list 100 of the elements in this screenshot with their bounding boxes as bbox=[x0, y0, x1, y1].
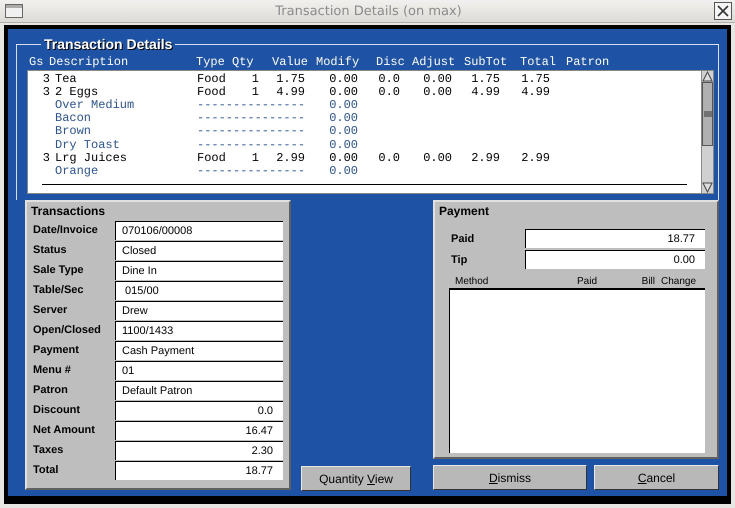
items-list[interactable] bbox=[27, 70, 714, 194]
field-label: Paid bbox=[450, 232, 476, 244]
window-icon[interactable] bbox=[5, 4, 23, 18]
window-title: Transaction Details (on max) bbox=[275, 4, 462, 18]
table-cell-text: 1.75 bbox=[275, 73, 305, 86]
table-cell-text: 0.00 bbox=[422, 86, 452, 100]
value-field[interactable]: 18.77 bbox=[525, 229, 705, 248]
table-cell-text: 4.99 bbox=[275, 86, 305, 100]
table-cell-text: 1.75 bbox=[520, 73, 550, 86]
scroll-thumb[interactable] bbox=[702, 82, 713, 146]
field-label: Tip bbox=[450, 254, 468, 266]
field-label: Status bbox=[32, 244, 68, 256]
column-header: Modify bbox=[316, 54, 360, 68]
quantity-view-button[interactable]: Quantity View bbox=[301, 466, 411, 491]
table-cell-text: Tea bbox=[54, 73, 78, 86]
column-header: Type bbox=[196, 54, 226, 68]
value-field[interactable]: Dine In bbox=[115, 260, 283, 280]
value-field[interactable]: 16.47 bbox=[115, 420, 283, 440]
cancel-button[interactable]: Cancel bbox=[594, 465, 719, 490]
table-cell-text: 3 bbox=[42, 73, 50, 86]
modifier-cell-text: 0.00 bbox=[328, 164, 358, 178]
field-label: Total bbox=[32, 464, 60, 476]
field-label: Sale Type bbox=[32, 264, 85, 276]
panel-title: Payment bbox=[439, 204, 490, 220]
column-header: Change bbox=[660, 276, 698, 286]
field-label: Taxes bbox=[32, 444, 64, 456]
table-cell-text: 1 bbox=[250, 73, 259, 86]
modifier-cell-text: 0.00 bbox=[328, 112, 358, 126]
group-title: Transaction Details bbox=[41, 36, 176, 52]
field-label: Menu # bbox=[32, 364, 72, 376]
panel-title: Transactions bbox=[31, 204, 106, 220]
modifier-cell-text: 0.00 bbox=[328, 99, 358, 112]
table-cell-text: 1.75 bbox=[470, 73, 500, 86]
column-header: Method bbox=[454, 276, 490, 286]
field-label: Server bbox=[32, 304, 68, 316]
modifier-cell-text: Bacon bbox=[54, 112, 92, 126]
scrollbar[interactable] bbox=[701, 71, 713, 193]
value-field[interactable]: 2.30 bbox=[115, 440, 283, 460]
modifier-cell: --------------- bbox=[197, 164, 305, 178]
table-cell-text: Lrg Juices bbox=[54, 152, 128, 165]
column-header: Total bbox=[520, 54, 558, 68]
close-button[interactable] bbox=[714, 2, 732, 20]
table-cell-text: 0.00 bbox=[328, 86, 358, 100]
grip-icon bbox=[704, 111, 712, 117]
modifier-cell-text: Over Medium bbox=[54, 99, 136, 112]
table-cell-text: Food bbox=[197, 86, 227, 100]
value-field[interactable]: 1100/1433 bbox=[115, 320, 283, 340]
modifier-cell-text: Brown bbox=[54, 125, 92, 138]
modifier-cell: --------------- bbox=[197, 138, 305, 152]
table-cell-text: 0.0 bbox=[377, 73, 400, 86]
column-header: Patron bbox=[566, 54, 610, 68]
value-field[interactable]: 015/00 bbox=[115, 280, 283, 300]
value-field[interactable]: 0.0 bbox=[115, 400, 283, 420]
field-label: Table/Sec bbox=[32, 284, 85, 296]
table-cell-text: 3 bbox=[42, 86, 50, 100]
table-cell-text: 2.99 bbox=[520, 152, 550, 165]
field-label: Payment bbox=[32, 344, 80, 356]
column-header: Value bbox=[272, 54, 310, 68]
table-cell-text: 2.99 bbox=[470, 152, 500, 165]
scroll-down-icon[interactable] bbox=[702, 182, 713, 193]
value-field[interactable]: 01 bbox=[115, 360, 283, 380]
value-field[interactable]: 18.77 bbox=[115, 460, 283, 480]
table-cell-text: 0.00 bbox=[422, 152, 452, 165]
table-cell-text: 2 Eggs bbox=[54, 86, 98, 100]
table-cell-text: 0.0 bbox=[377, 152, 400, 165]
table-cell-text: Food bbox=[197, 73, 227, 86]
table-cell-text: 4.99 bbox=[470, 86, 500, 100]
modifier-cell: --------------- bbox=[197, 99, 305, 112]
table-cell-text: 1 bbox=[250, 152, 259, 165]
column-header: Gs bbox=[29, 54, 44, 68]
column-header: Description bbox=[49, 54, 130, 68]
value-field[interactable]: Closed bbox=[115, 240, 283, 260]
table-cell-text: 2.99 bbox=[275, 152, 305, 165]
column-header: Bill bbox=[640, 276, 655, 286]
value-field[interactable]: Default Patron bbox=[115, 380, 283, 400]
value-field[interactable]: 070106/00008 bbox=[115, 220, 283, 240]
table-cell-text: Food bbox=[197, 152, 227, 165]
table-cell-text: 3 bbox=[42, 152, 50, 165]
dismiss-button[interactable]: Dismiss bbox=[433, 465, 587, 490]
value-field[interactable]: Drew bbox=[115, 300, 283, 320]
column-header: Qty bbox=[232, 54, 255, 68]
modifier-cell-text: Orange bbox=[54, 164, 100, 178]
field-label: Discount bbox=[32, 404, 82, 416]
modifier-cell-text: 0.00 bbox=[328, 138, 358, 152]
modifier-cell: --------------- bbox=[197, 112, 305, 126]
value-field[interactable]: 0.00 bbox=[525, 250, 705, 269]
field-label: Patron bbox=[32, 384, 69, 396]
column-header: SubTot bbox=[464, 54, 508, 68]
field-label: Open/Closed bbox=[32, 324, 102, 336]
value-field[interactable]: Cash Payment bbox=[115, 340, 283, 360]
column-header: Adjust bbox=[412, 54, 456, 68]
table-cell-text: 0.0 bbox=[377, 86, 400, 100]
field-label: Date/Invoice bbox=[32, 224, 99, 236]
table-cell-text: 4.99 bbox=[520, 86, 550, 100]
modifier-cell-text: 0.00 bbox=[328, 125, 358, 138]
modifier-cell: --------------- bbox=[197, 125, 305, 138]
table-cell-text: 0.00 bbox=[328, 73, 358, 86]
column-header: Disc bbox=[376, 54, 406, 68]
column-header: Paid bbox=[576, 276, 598, 286]
table-cell-text: 1 bbox=[250, 86, 259, 100]
